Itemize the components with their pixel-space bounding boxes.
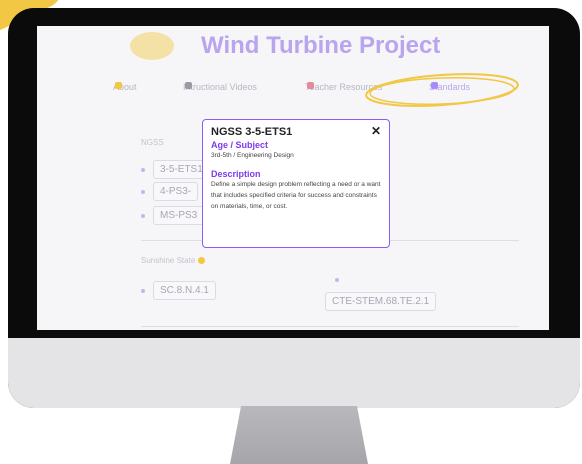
ngss-item-1[interactable]: 3-5-ETS1 bbox=[141, 160, 210, 179]
ngss-label: NGSS bbox=[141, 138, 164, 147]
bullet bbox=[141, 167, 145, 172]
monitor-chin bbox=[8, 338, 580, 408]
highlight-scribble bbox=[365, 73, 519, 107]
age-subject-heading: Age / Subject bbox=[211, 140, 269, 150]
description-heading: Description bbox=[211, 169, 261, 179]
standard-chip[interactable]: SC.8.N.4.1 bbox=[153, 281, 216, 300]
close-icon[interactable]: ✕ bbox=[371, 124, 381, 138]
bullet bbox=[335, 278, 347, 282]
ngss-item-3[interactable]: MS-PS3 bbox=[141, 206, 205, 225]
camera-icon bbox=[185, 82, 192, 89]
monitor-stand bbox=[230, 406, 368, 464]
standard-detail-popup: NGSS 3-5-ETS1 ✕ Age / Subject 3rd-5th / … bbox=[202, 119, 390, 248]
about-icon bbox=[115, 82, 122, 89]
sunshine-label: Sunshine State bbox=[141, 256, 205, 265]
popup-title: NGSS 3-5-ETS1 bbox=[211, 126, 293, 138]
sun-icon bbox=[197, 257, 205, 264]
page-title: Wind Turbine Project bbox=[201, 32, 441, 59]
bullet bbox=[141, 189, 145, 194]
sunshine-item-1[interactable]: SC.8.N.4.1 bbox=[141, 281, 216, 300]
standard-chip[interactable]: CTE-STEM.68.TE.2.1 bbox=[325, 292, 437, 311]
bullet bbox=[141, 213, 145, 218]
books-icon bbox=[307, 82, 314, 89]
screen: Wind Turbine Project About Intructional … bbox=[37, 26, 549, 330]
ngss-item-2[interactable]: 4-PS3- bbox=[141, 182, 199, 201]
standard-chip[interactable]: 4-PS3- bbox=[153, 182, 199, 201]
divider bbox=[141, 326, 519, 327]
sunshine-item-2[interactable]: CTE-STEM.68.TE.2.1 bbox=[325, 292, 437, 311]
bullet bbox=[141, 288, 145, 293]
age-subject-text: 3rd-5th / Engineering Design bbox=[211, 152, 294, 159]
description-text: Define a simple design problem reflectin… bbox=[211, 181, 381, 210]
site-logo bbox=[130, 32, 174, 60]
standard-chip[interactable]: MS-PS3 bbox=[153, 206, 205, 225]
